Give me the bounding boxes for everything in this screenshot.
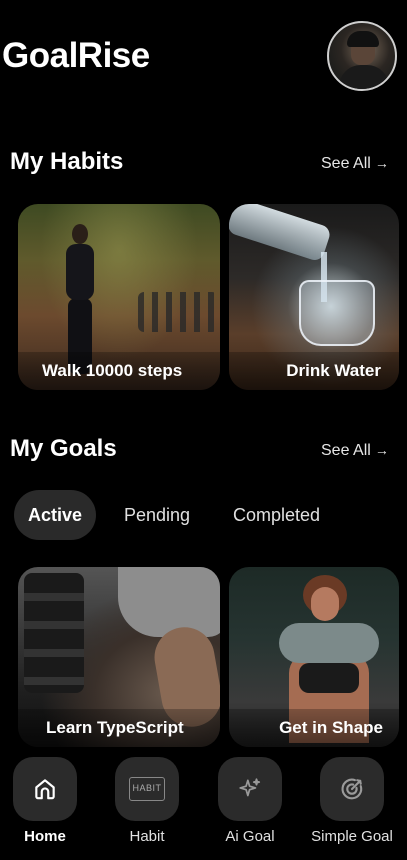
goals-see-all-link[interactable]: See All → bbox=[321, 442, 389, 460]
habit-card-water[interactable]: Drink Water bbox=[229, 204, 399, 390]
habits-see-all-link[interactable]: See All → bbox=[321, 155, 389, 173]
nav-ai-goal[interactable]: Ai Goal bbox=[200, 757, 300, 845]
see-all-label: See All bbox=[321, 155, 371, 172]
tab-completed[interactable]: Completed bbox=[233, 490, 320, 540]
nav-habit-label: Habit bbox=[129, 828, 165, 845]
nav-home-label: Home bbox=[24, 828, 66, 845]
app-title: GoalRise bbox=[2, 36, 150, 75]
habit-card-label: Drink Water bbox=[286, 361, 381, 380]
goal-card-label: Get in Shape bbox=[279, 718, 383, 737]
tab-pending[interactable]: Pending bbox=[124, 490, 190, 540]
nav-home[interactable]: Home bbox=[0, 757, 95, 845]
goal-card-label: Learn TypeScript bbox=[46, 718, 184, 737]
nav-habit[interactable]: HABIT Habit bbox=[97, 757, 197, 845]
nav-simple-goal-label: Simple Goal bbox=[311, 828, 393, 845]
home-button[interactable] bbox=[13, 757, 77, 821]
simple-goal-button[interactable] bbox=[320, 757, 384, 821]
goal-card-typescript[interactable]: Learn TypeScript bbox=[18, 567, 220, 747]
sparkle-icon bbox=[239, 778, 261, 797]
ai-goal-button[interactable] bbox=[218, 757, 282, 821]
see-all-label: See All bbox=[321, 442, 371, 459]
habit-button[interactable]: HABIT bbox=[115, 757, 179, 821]
tab-active[interactable]: Active bbox=[14, 490, 96, 540]
target-icon bbox=[341, 778, 363, 800]
profile-avatar[interactable] bbox=[327, 21, 397, 91]
goals-section-title: My Goals bbox=[10, 435, 117, 462]
habit-card-label: Walk 10000 steps bbox=[42, 361, 183, 380]
nav-simple-goal[interactable]: Simple Goal bbox=[302, 757, 402, 845]
habit-card-walk[interactable]: Walk 10000 steps bbox=[18, 204, 220, 390]
bottom-nav: Home HABIT Habit Ai Goal Simple Goal bbox=[0, 750, 407, 860]
arrow-right-icon: → bbox=[374, 442, 389, 458]
nav-ai-goal-label: Ai Goal bbox=[225, 828, 275, 845]
habits-section-title: My Habits bbox=[10, 148, 124, 175]
goal-card-shape[interactable]: Get in Shape bbox=[229, 567, 399, 747]
arrow-right-icon: → bbox=[374, 155, 389, 171]
home-icon bbox=[35, 779, 55, 800]
habit-icon: HABIT bbox=[129, 777, 165, 801]
